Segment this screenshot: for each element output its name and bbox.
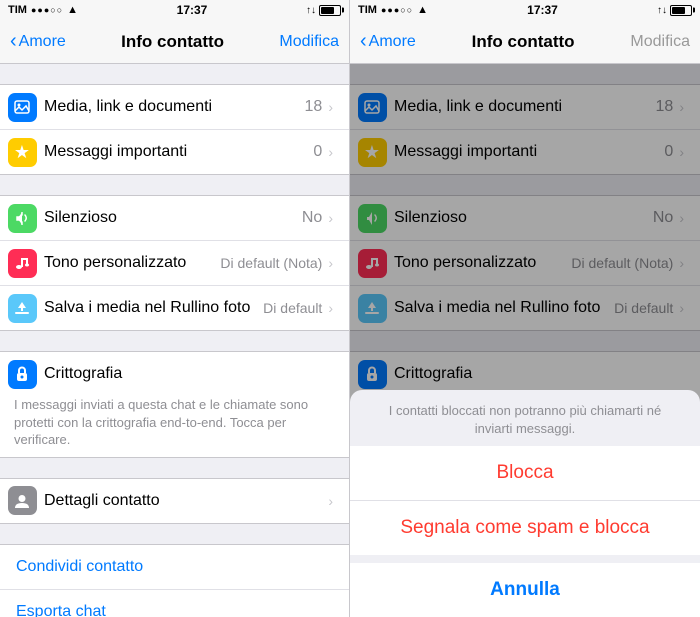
signal-left: ●●●○○ [31,5,63,15]
tone-icon-left [8,249,37,278]
row-save-left[interactable]: Salva i media nel Rullino foto Di defaul… [0,286,349,330]
save-label-left: Salva i media nel Rullino foto [44,288,263,328]
status-bar-left: TIM ●●●○○ ▲ 17:37 ↑↓ [0,0,349,20]
row-details-left[interactable]: Dettagli contatto › [0,479,349,523]
right-panel: TIM ●●●○○ ▲ 17:37 ↑↓ ‹ Amore Info contat… [350,0,700,617]
section-mute-left: Silenzioso No › Tono [0,195,349,331]
save-value-left: Di default [263,300,322,316]
share-contact-left[interactable]: Condividi contatto [0,545,349,590]
tone-value-left: Di default (Nota) [220,255,322,271]
lock-icon-left [8,360,37,389]
crypto-sub-left: I messaggi inviati a questa chat e le ch… [0,396,349,457]
content-left: Media, link e documenti 18 › ★ Messaggi … [0,64,349,617]
mute-value-left: No [302,209,322,227]
back-label-left: Amore [19,33,66,51]
tone-label-left: Tono personalizzato [44,243,220,283]
section-actions1-left: Condividi contatto Esporta chat Cancella… [0,544,349,617]
mute-label-left: Silenzioso [44,198,302,238]
starred-chevron-left: › [328,144,333,160]
status-left-right: TIM ●●●○○ ▲ [358,4,428,16]
nav-bar-left: ‹ Amore Info contatto Modifica [0,20,349,64]
row-media-left[interactable]: Media, link e documenti 18 › [0,85,349,130]
save-icon-left [8,294,37,323]
modal-cancel-btn[interactable]: Annulla [350,563,700,617]
icon-wrap-save-left [0,286,44,330]
icon-wrap-media-left [0,85,44,129]
row-crypto-top: Crittografia [0,352,349,396]
wifi-left: ▲ [67,4,78,16]
section-details-left: Dettagli contatto › [0,478,349,524]
modal-overlay: I contatti bloccati non potranno più chi… [350,64,700,617]
save-chevron-left: › [328,300,333,316]
battery-right [670,5,692,16]
battery-left [319,5,341,16]
back-chevron-left: ‹ [10,31,17,51]
row-mute-left[interactable]: Silenzioso No › [0,196,349,241]
content-right: Media, link e documenti 18 › ★ Messaggi … [350,64,700,617]
back-button-right[interactable]: ‹ Amore [360,32,416,51]
time-right: 17:37 [527,3,558,17]
back-label-right: Amore [369,33,416,51]
icon-wrap-details-left [0,479,44,523]
arrow-left: ↑↓ [306,5,316,16]
tone-chevron-left: › [328,255,333,271]
signal-right: ●●●○○ [381,5,413,15]
modal-message: I contatti bloccati non potranno più chi… [350,390,700,446]
nav-action-right[interactable]: Modifica [630,33,690,51]
back-button-left[interactable]: ‹ Amore [10,32,66,51]
row-crypto-left[interactable]: Crittografia I messaggi inviati a questa… [0,352,349,457]
icon-wrap-tone-left [0,241,44,285]
star-icon-left: ★ [8,138,37,167]
details-chevron-left: › [328,493,333,509]
media-value-left: 18 [305,98,323,116]
photo-icon-left [8,93,37,122]
arrow-right: ↑↓ [657,5,667,16]
details-label-left: Dettagli contatto [44,481,326,521]
media-chevron-left: › [328,99,333,115]
media-label-left: Media, link e documenti [44,87,305,127]
left-panel: TIM ●●●○○ ▲ 17:37 ↑↓ ‹ Amore Info contat… [0,0,350,617]
icon-wrap-starred-left: ★ [0,130,44,174]
nav-bar-right: ‹ Amore Info contatto Modifica [350,20,700,64]
starred-value-left: 0 [313,143,322,161]
mute-icon-left [8,204,37,233]
modal-actions: Blocca Segnala come spam e blocca [350,446,700,555]
nav-action-left[interactable]: Modifica [279,33,339,51]
icon-wrap-crypto-left [0,352,44,396]
modal-sheet: I contatti bloccati non potranno più chi… [350,390,700,617]
icon-wrap-mute-left [0,196,44,240]
section-crypto-left: Crittografia I messaggi inviati a questa… [0,351,349,458]
status-right-right: ↑↓ [657,5,692,16]
starred-label-left: Messaggi importanti [44,132,313,172]
status-right-left: ↑↓ [306,5,341,16]
export-chat-left[interactable]: Esporta chat [0,590,349,617]
back-chevron-right: ‹ [360,31,367,51]
nav-title-right: Info contatto [472,32,575,52]
section-media-left: Media, link e documenti 18 › ★ Messaggi … [0,84,349,175]
status-left: TIM ●●●○○ ▲ [8,4,78,16]
row-tone-left[interactable]: Tono personalizzato Di default (Nota) › [0,241,349,286]
carrier-right: TIM [358,4,377,16]
row-starred-left[interactable]: ★ Messaggi importanti 0 › [0,130,349,174]
carrier-left: TIM [8,4,27,16]
mute-chevron-left: › [328,210,333,226]
modal-block-btn[interactable]: Blocca [350,446,700,501]
wifi-right: ▲ [417,4,428,16]
status-bar-right: TIM ●●●○○ ▲ 17:37 ↑↓ [350,0,700,20]
contact-icon-left [8,486,37,515]
time-left: 17:37 [177,3,208,17]
nav-title-left: Info contatto [121,32,224,52]
crypto-label-left: Crittografia [44,354,333,394]
modal-report-spam-btn[interactable]: Segnala come spam e blocca [350,501,700,555]
